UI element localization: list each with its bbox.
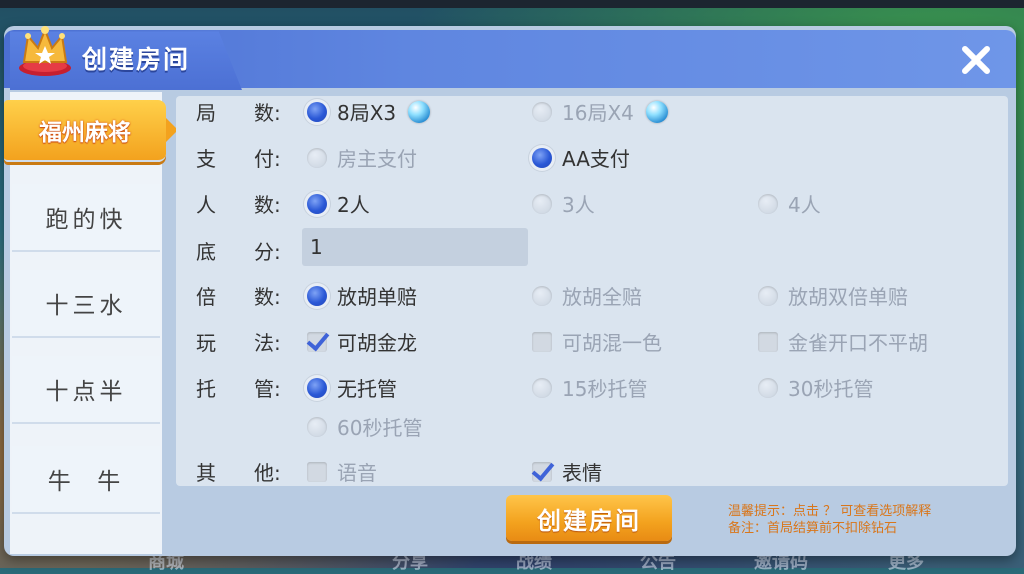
dialog-title: 创建房间 [82, 45, 191, 74]
sidebar-item-shi-san-shui[interactable]: 十三水 [12, 270, 160, 338]
gameplay-option-mixed-suit[interactable]: 可胡混一色 [532, 327, 662, 356]
payment-option-aa[interactable]: AA支付 [532, 143, 630, 172]
top-bar [0, 0, 1024, 8]
auto-play-option-15s[interactable]: 15秒托管 [532, 373, 647, 402]
radio-selected-icon [307, 377, 327, 398]
other-option-emoji[interactable]: 表情 [532, 457, 602, 486]
sidebar-item-fuzhou-mahjong[interactable]: 福州麻将 [4, 100, 178, 162]
rounds-option-8[interactable]: 8局X3 [307, 97, 431, 126]
checkbox-icon [307, 461, 327, 482]
checkbox-checked-icon [307, 331, 327, 352]
players-option-3[interactable]: 3人 [532, 189, 595, 218]
multiplier-option-double[interactable]: 放胡双倍单赔 [758, 281, 908, 310]
radio-selected-icon [307, 285, 327, 306]
gameplay-option-golden-sparrow[interactable]: 金雀开口不平胡 [758, 327, 928, 356]
sidebar-item-niu-niu[interactable]: 牛 牛 [12, 446, 160, 514]
sidebar-item-shi-dian-ban[interactable]: 十点半 [12, 356, 160, 424]
players-option-4[interactable]: 4人 [758, 189, 821, 218]
radio-icon [758, 193, 778, 214]
base-score-input[interactable] [302, 228, 528, 266]
gameplay-option-golden-dragon[interactable]: 可胡金龙 [307, 327, 417, 356]
close-icon[interactable] [956, 40, 996, 80]
other-option-voice[interactable]: 语音 [307, 457, 377, 486]
multiplier-option-full[interactable]: 放胡全赔 [532, 281, 642, 310]
create-room-button[interactable]: 创建房间 [506, 495, 672, 541]
auto-play-option-none[interactable]: 无托管 [307, 373, 397, 402]
sidebar-item-label: 十点半 [45, 379, 127, 405]
radio-selected-icon [307, 101, 327, 122]
radio-selected-icon [307, 193, 327, 214]
sidebar-item-label: 福州麻将 [39, 120, 131, 146]
radio-icon [307, 416, 327, 437]
radio-icon [307, 147, 327, 168]
players-option-2[interactable]: 2人 [307, 189, 370, 218]
radio-selected-icon [532, 147, 552, 168]
checkbox-icon [532, 331, 552, 352]
multiplier-option-single[interactable]: 放胡单赔 [307, 281, 417, 310]
radio-icon [758, 377, 778, 398]
crown-icon [19, 26, 71, 76]
sidebar-item-label: 十三水 [45, 293, 127, 319]
checkbox-checked-icon [532, 461, 552, 482]
radio-icon [758, 285, 778, 306]
radio-icon [532, 101, 552, 122]
sidebar-item-label: 跑的快 [45, 207, 127, 233]
checkbox-icon [758, 331, 778, 352]
radio-icon [532, 377, 552, 398]
diamond-icon [408, 100, 431, 123]
payment-option-host[interactable]: 房主支付 [307, 143, 417, 172]
diamond-icon [645, 100, 668, 123]
auto-play-option-30s[interactable]: 30秒托管 [758, 373, 873, 402]
auto-play-option-60s[interactable]: 60秒托管 [307, 412, 422, 441]
rounds-option-16[interactable]: 16局X4 [532, 97, 668, 126]
radio-icon [532, 285, 552, 306]
radio-icon [532, 193, 552, 214]
sidebar-item-label: 牛 牛 [47, 469, 125, 495]
hint-note: 备注：首局结算前不扣除钻石 [728, 521, 898, 536]
sidebar-item-pao-de-kuai[interactable]: 跑的快 [12, 184, 160, 252]
